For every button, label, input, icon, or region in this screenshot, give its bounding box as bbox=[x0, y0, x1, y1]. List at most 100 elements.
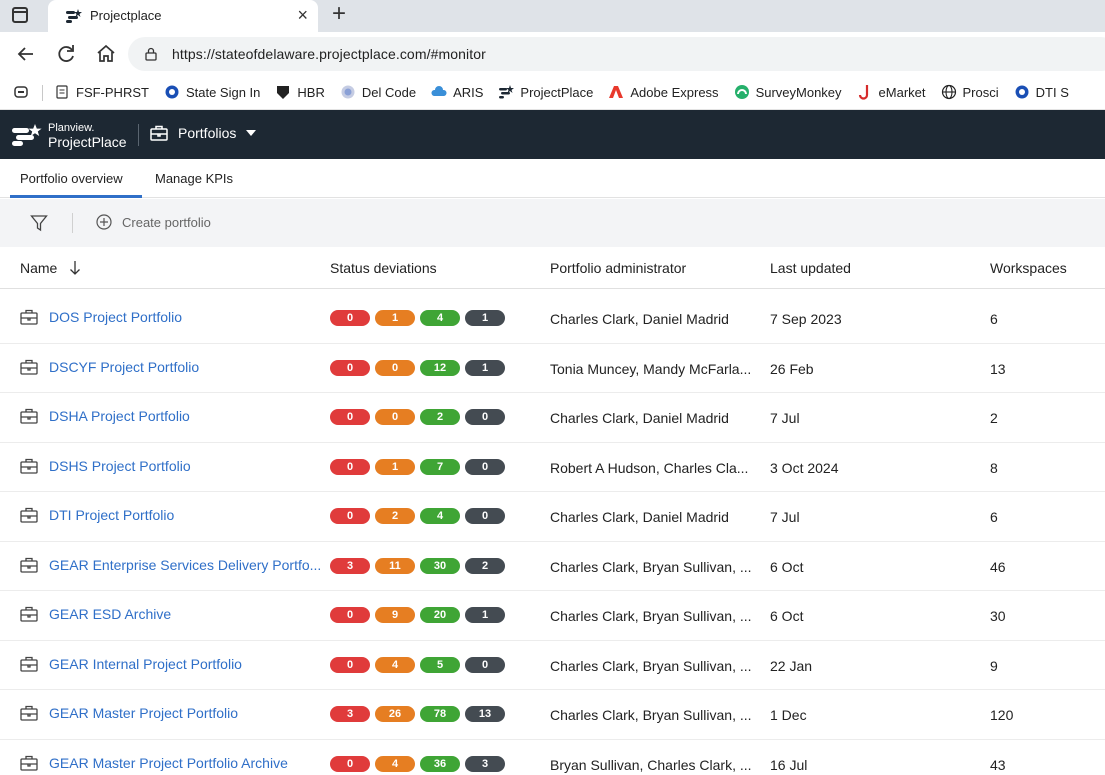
portfolio-name-cell: DSHS Project Portfolio bbox=[20, 458, 191, 474]
workspace-count: 2 bbox=[990, 410, 998, 426]
logo-text: Planview. ProjectPlace bbox=[48, 122, 127, 150]
portfolio-name-cell: DSCYF Project Portfolio bbox=[20, 359, 199, 375]
bookmark-item[interactable]: eMarket bbox=[857, 84, 926, 100]
status-deviations: 0 1 7 0 bbox=[330, 458, 510, 475]
bookmark-item[interactable]: SurveyMonkey bbox=[734, 84, 842, 100]
portfolio-name-link[interactable]: DSHA Project Portfolio bbox=[49, 408, 190, 424]
view-tabs: Portfolio overview Manage KPIs bbox=[0, 159, 1105, 198]
status-deviations: 0 4 5 0 bbox=[330, 656, 510, 673]
portfolio-name-link[interactable]: GEAR Master Project Portfolio Archive bbox=[49, 755, 288, 771]
briefcase-icon bbox=[20, 705, 38, 721]
portfolio-admin: Charles Clark, Bryan Sullivan, ... bbox=[550, 657, 752, 674]
portfolio-name-link[interactable]: DSCYF Project Portfolio bbox=[49, 359, 199, 375]
last-updated: 6 Oct bbox=[770, 608, 804, 624]
portfolio-name-link[interactable]: DTI Project Portfolio bbox=[49, 507, 174, 523]
bookmark-list: FSF-PHRST State Sign In HBR Del Code ARIS Pro… bbox=[54, 84, 1084, 100]
status-red-badge: 0 bbox=[330, 458, 370, 475]
page-icon bbox=[56, 85, 68, 99]
column-header-workspaces[interactable]: Workspaces bbox=[990, 260, 1067, 276]
logo-line2: ProjectPlace bbox=[48, 134, 127, 150]
bookmark-item[interactable]: FSF-PHRST bbox=[54, 84, 149, 100]
portfolio-admin: Tonia Muncey, Mandy McFarla... bbox=[550, 360, 752, 377]
status-red-badge: 0 bbox=[330, 310, 370, 326]
browser-tab[interactable]: Projectplace × bbox=[48, 0, 318, 32]
portfolio-admin: Charles Clark, Daniel Madrid bbox=[550, 311, 729, 327]
cloud-icon bbox=[431, 86, 447, 96]
table-row: GEAR Enterprise Services Delivery Portfo… bbox=[0, 542, 1105, 591]
column-header-admin[interactable]: Portfolio administrator bbox=[550, 260, 686, 276]
portfolio-name-link[interactable]: GEAR Master Project Portfolio bbox=[49, 705, 238, 721]
portfolio-name-cell: DOS Project Portfolio bbox=[20, 309, 182, 325]
status-deviations: 0 0 12 1 bbox=[330, 359, 510, 376]
status-deviations: 0 0 2 0 bbox=[330, 409, 510, 425]
status-orange-badge: 0 bbox=[375, 409, 415, 425]
last-updated: 7 Jul bbox=[770, 410, 800, 426]
workspace-count: 8 bbox=[990, 459, 998, 476]
close-tab-icon[interactable]: × bbox=[297, 5, 308, 25]
table-row: DTI Project Portfolio 0 2 4 0 Charles Cl… bbox=[0, 492, 1105, 542]
briefcase-icon bbox=[20, 656, 38, 672]
bookmark-item[interactable]: Del Code bbox=[340, 84, 416, 100]
filter-icon[interactable] bbox=[30, 214, 48, 232]
plus-circle-icon bbox=[96, 214, 112, 230]
portfolio-name-link[interactable]: GEAR ESD Archive bbox=[49, 606, 171, 622]
table-row: GEAR Master Project Portfolio 3 26 78 13… bbox=[0, 690, 1105, 740]
bookmark-item[interactable]: ProjectPlace bbox=[498, 84, 593, 100]
sort-descending-icon[interactable] bbox=[69, 260, 81, 276]
adobe-icon bbox=[609, 86, 624, 98]
tab-manage-kpis[interactable]: Manage KPIs bbox=[155, 171, 233, 186]
status-green-badge: 20 bbox=[420, 607, 460, 623]
new-tab-icon[interactable]: + bbox=[332, 0, 346, 28]
table-row: GEAR ESD Archive 0 9 20 1 Charles Clark,… bbox=[0, 591, 1105, 641]
portfolio-name-link[interactable]: GEAR Internal Project Portfolio bbox=[49, 656, 242, 672]
bookmark-label: DTI S bbox=[1035, 84, 1069, 100]
last-updated: 7 Jul bbox=[770, 509, 800, 525]
bookmark-label: ARIS bbox=[453, 84, 484, 100]
globe-icon bbox=[941, 84, 956, 100]
back-arrow-icon[interactable] bbox=[14, 42, 38, 66]
bookmark-item[interactable]: Prosci bbox=[941, 84, 999, 100]
portfolio-name-link[interactable]: DOS Project Portfolio bbox=[49, 309, 182, 325]
site-info-icon[interactable] bbox=[144, 47, 158, 61]
portfolio-table-body: DOS Project Portfolio 0 1 4 1 Charles Cl… bbox=[0, 294, 1105, 775]
home-icon[interactable] bbox=[94, 42, 118, 66]
circle-icon bbox=[1015, 85, 1029, 99]
bookmarks-divider bbox=[42, 85, 43, 101]
status-green-badge: 78 bbox=[420, 706, 460, 722]
status-red-badge: 0 bbox=[330, 607, 370, 623]
portfolio-name-link[interactable]: DSHS Project Portfolio bbox=[49, 458, 191, 474]
bookmark-item[interactable]: DTI S bbox=[1014, 84, 1069, 100]
bookmark-item[interactable]: ARIS bbox=[431, 84, 483, 100]
status-orange-badge: 26 bbox=[375, 706, 415, 722]
planview-logo[interactable]: Planview. ProjectPlace bbox=[12, 118, 132, 152]
column-header-status[interactable]: Status deviations bbox=[330, 260, 437, 276]
column-header-updated[interactable]: Last updated bbox=[770, 260, 851, 276]
portfolio-name-link[interactable]: GEAR Enterprise Services Delivery Portfo… bbox=[49, 557, 321, 573]
create-portfolio-button[interactable]: Create portfolio bbox=[96, 214, 211, 230]
projectplace-icon bbox=[499, 85, 515, 99]
reload-icon[interactable] bbox=[54, 42, 78, 66]
portfolios-menu-button[interactable]: Portfolios bbox=[150, 125, 257, 141]
tab-portfolio-overview[interactable]: Portfolio overview bbox=[20, 171, 123, 186]
status-red-badge: 3 bbox=[330, 706, 370, 722]
reading-list-icon[interactable] bbox=[14, 86, 28, 98]
bookmark-item[interactable]: State Sign In bbox=[164, 84, 260, 100]
briefcase-icon bbox=[20, 359, 38, 375]
status-green-badge: 5 bbox=[420, 656, 460, 673]
table-row: DOS Project Portfolio 0 1 4 1 Charles Cl… bbox=[0, 294, 1105, 344]
column-header-name[interactable]: Name bbox=[20, 260, 81, 276]
status-green-badge: 4 bbox=[420, 508, 460, 524]
portfolio-admin: Robert A Hudson, Charles Cla... bbox=[550, 459, 749, 476]
browser-tab-strip: Projectplace × + bbox=[0, 0, 1105, 32]
status-gray-badge: 0 bbox=[465, 409, 505, 425]
portfolio-admin: Bryan Sullivan, Charles Clark, ... bbox=[550, 756, 752, 773]
last-updated: 22 Jan bbox=[770, 657, 813, 674]
bookmark-item[interactable]: HBR bbox=[275, 84, 325, 100]
bookmark-label: Prosci bbox=[962, 84, 999, 100]
url-field[interactable]: https://stateofdelaware.projectplace.com… bbox=[128, 37, 1105, 71]
bookmark-item[interactable]: Adobe Express bbox=[608, 84, 719, 100]
url-text: https://stateofdelaware.projectplace.com… bbox=[172, 46, 486, 62]
bookmarks-bar: FSF-PHRST State Sign In HBR Del Code ARIS Pro… bbox=[0, 76, 1105, 110]
tab-actions-icon[interactable] bbox=[12, 7, 28, 23]
status-orange-badge: 4 bbox=[375, 656, 415, 673]
